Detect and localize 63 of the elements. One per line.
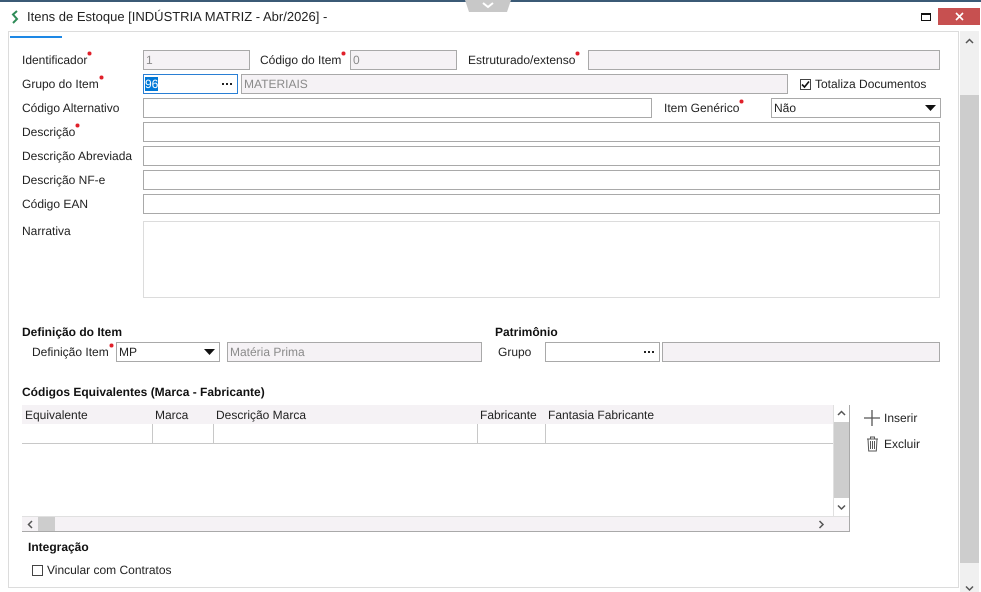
text-field[interactable] [143, 146, 940, 166]
field-label: Item Genérico [664, 100, 740, 117]
scroll-up-icon[interactable] [837, 410, 846, 417]
text-area[interactable] [143, 221, 940, 298]
app-logo-icon [11, 10, 19, 24]
text-field[interactable] [143, 194, 940, 214]
maximize-icon [921, 12, 931, 20]
text-field[interactable] [143, 122, 940, 142]
field-label: Grupo do Item [22, 76, 99, 93]
section-heading: Códigos Equivalentes (Marca - Fabricante) [22, 384, 266, 401]
section-heading: Patrimônio [495, 324, 559, 341]
field-label: Narrativa [22, 223, 71, 240]
lookup-field[interactable] [545, 342, 660, 362]
text-field[interactable] [143, 170, 940, 190]
section-heading: Definição do Item [22, 324, 124, 341]
scroll-up-icon[interactable] [965, 38, 974, 44]
checkbox[interactable] [32, 564, 43, 576]
field-label: Grupo [498, 344, 532, 361]
collapse-tab-icon[interactable] [465, 0, 511, 12]
scroll-thumb[interactable] [38, 517, 55, 531]
checkbox-label[interactable]: Vincular com Contratos [47, 561, 172, 579]
checkbox[interactable] [800, 78, 811, 90]
scroll-down-icon[interactable] [965, 585, 974, 592]
plus-icon [864, 410, 880, 426]
trash-icon [866, 436, 878, 452]
scroll-left-icon[interactable] [26, 520, 34, 528]
column-header[interactable]: Marca [152, 405, 213, 424]
page-scrollbar[interactable] [960, 31, 979, 592]
lookup-field[interactable]: 96 [143, 74, 238, 94]
column-header[interactable]: Fantasia Fabricante [545, 405, 833, 424]
caret-icon [925, 105, 936, 111]
field-label: Descrição Abreviada [22, 148, 132, 165]
checkbox-label[interactable]: Totaliza Documentos [815, 75, 926, 93]
column-header[interactable]: Equivalente [22, 405, 152, 424]
dropdown[interactable]: MP [116, 342, 220, 362]
horizontal-scrollbar[interactable] [22, 516, 849, 531]
scroll-thumb[interactable] [960, 95, 979, 563]
field-label: Código Alternativo [22, 100, 120, 117]
description-field: Matéria Prima [227, 342, 482, 362]
column-header[interactable]: Fabricante [477, 405, 545, 424]
field-label: Identificador [22, 52, 88, 69]
toolbar-button[interactable]: Inserir [864, 408, 920, 428]
description-field: MATERIAIS [241, 74, 788, 94]
toolbar-button[interactable]: Excluir [864, 434, 920, 454]
dropdown[interactable]: Não [771, 98, 941, 118]
caret-icon [204, 349, 215, 355]
field-label: Código EAN [22, 196, 88, 213]
column-header[interactable]: Descrição Marca [213, 405, 477, 424]
field-label: Definição Item [32, 344, 109, 361]
field-label: Código do Item [260, 52, 342, 69]
vertical-scrollbar[interactable] [833, 405, 849, 516]
text-field[interactable] [143, 98, 652, 118]
scroll-thumb[interactable] [834, 422, 849, 498]
section-heading: Integração [28, 539, 90, 556]
field-label: Descrição [22, 124, 76, 141]
field-label: Estruturado/extenso [468, 52, 576, 69]
scroll-down-icon[interactable] [837, 504, 846, 511]
tab-indicator [10, 36, 62, 38]
close-icon [954, 12, 964, 21]
scroll-right-icon[interactable] [818, 520, 824, 528]
close-button[interactable] [938, 8, 980, 25]
field-label: Descrição NF-e [22, 172, 106, 189]
window-title: Itens de Estoque [INDÚSTRIA MATRIZ - Abr/2026] - [27, 8, 328, 26]
